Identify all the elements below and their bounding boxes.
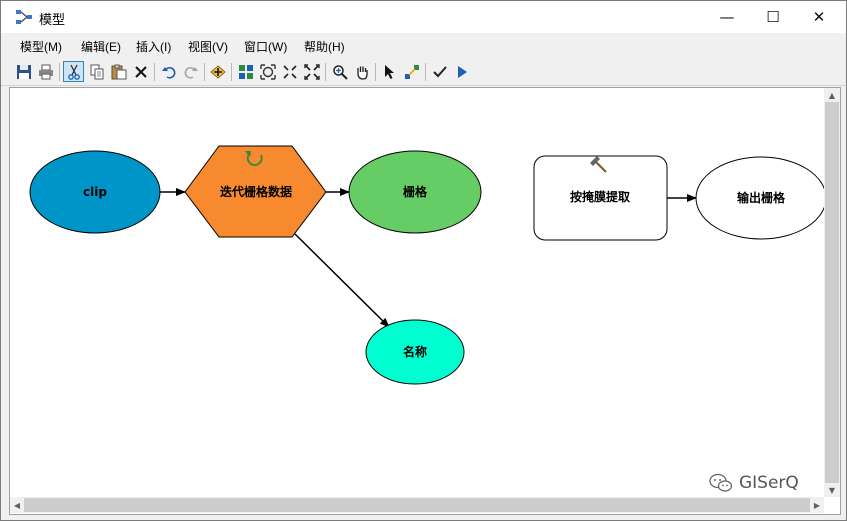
node-name[interactable]: 名称 bbox=[365, 319, 465, 385]
scroll-down-icon: ▼ bbox=[828, 485, 836, 495]
copy-button[interactable] bbox=[86, 61, 107, 82]
scroll-left-button[interactable]: ◀ bbox=[10, 498, 24, 512]
node-iterate-label: 迭代栅格数据 bbox=[220, 184, 292, 199]
model-canvas-frame: clip 迭代栅格数据 栅格 名称 按掩膜提取 输出栅格 ▲ ▼ ◀ ▶ bbox=[9, 87, 841, 515]
scroll-right-button[interactable]: ▶ bbox=[810, 498, 824, 512]
undo-button[interactable] bbox=[158, 61, 179, 82]
window-title: 模型 bbox=[39, 12, 66, 27]
menu-model[interactable]: 模型(M) bbox=[20, 38, 62, 55]
maximize-icon: ☐ bbox=[766, 8, 780, 26]
cut-icon bbox=[67, 64, 80, 80]
cut-button[interactable] bbox=[63, 61, 84, 82]
select-icon bbox=[384, 64, 394, 79]
pan-button[interactable] bbox=[351, 61, 372, 82]
menu-view[interactable]: 视图(V) bbox=[188, 38, 228, 55]
title-bar[interactable]: 模型 — ☐ ✕ bbox=[1, 1, 846, 33]
node-raster[interactable]: 栅格 bbox=[348, 150, 482, 234]
node-name-label: 名称 bbox=[403, 344, 427, 359]
run-button[interactable] bbox=[451, 61, 472, 82]
minimize-icon: — bbox=[719, 8, 735, 26]
zoom-out-fixed-icon bbox=[303, 63, 320, 80]
validate-icon bbox=[432, 65, 447, 77]
add-data-button[interactable] bbox=[207, 61, 228, 82]
model-app-icon bbox=[16, 10, 32, 24]
add-data-icon bbox=[209, 64, 226, 79]
wechat-icon bbox=[709, 473, 733, 492]
save-button[interactable] bbox=[13, 61, 34, 82]
scroll-right-icon: ▶ bbox=[813, 500, 821, 510]
pan-icon bbox=[356, 66, 368, 80]
menu-bar: 模型(M) 编辑(E) 插入(I) 视图(V) 窗口(W) 帮助(H) bbox=[1, 33, 846, 57]
node-output-label: 输出栅格 bbox=[737, 190, 786, 205]
model-builder-window: 模型 — ☐ ✕ 模型(M) 编辑(E) 插入(I) 视图(V) 窗口(W) 帮… bbox=[0, 0, 847, 521]
redo-button[interactable] bbox=[180, 61, 201, 82]
node-raster-label: 栅格 bbox=[403, 184, 428, 199]
node-output-raster[interactable]: 输出栅格 bbox=[695, 156, 824, 240]
paste-icon bbox=[111, 64, 126, 79]
connect-button[interactable] bbox=[401, 61, 422, 82]
menu-help[interactable]: 帮助(H) bbox=[304, 38, 345, 55]
validate-button[interactable] bbox=[429, 61, 450, 82]
paste-button[interactable] bbox=[108, 61, 129, 82]
close-button[interactable]: ✕ bbox=[796, 1, 842, 33]
menu-insert[interactable]: 插入(I) bbox=[136, 38, 171, 55]
connector-iterate-to-name[interactable] bbox=[294, 233, 390, 328]
zoom-in-fixed-button[interactable] bbox=[279, 61, 300, 82]
scroll-left-icon: ◀ bbox=[13, 500, 21, 510]
horizontal-scrollbar[interactable]: ◀ ▶ bbox=[10, 497, 824, 513]
print-icon bbox=[38, 64, 53, 79]
node-clip[interactable]: clip bbox=[29, 150, 161, 234]
scroll-up-icon: ▲ bbox=[828, 90, 836, 100]
select-button[interactable] bbox=[379, 61, 400, 82]
zoom-out-fixed-button[interactable] bbox=[301, 61, 322, 82]
node-extract-label: 按掩膜提取 bbox=[570, 189, 630, 204]
delete-icon bbox=[134, 65, 147, 78]
maximize-button[interactable]: ☐ bbox=[750, 1, 796, 33]
print-button[interactable] bbox=[35, 61, 56, 82]
node-iterate-raster[interactable]: 迭代栅格数据 bbox=[184, 145, 327, 238]
auto-layout-icon bbox=[238, 64, 253, 79]
zoom-icon bbox=[332, 64, 348, 80]
undo-icon bbox=[161, 66, 175, 79]
auto-layout-button[interactable] bbox=[235, 61, 256, 82]
scroll-up-button[interactable]: ▲ bbox=[825, 88, 839, 102]
run-icon bbox=[457, 65, 467, 78]
vertical-scrollbar[interactable]: ▲ ▼ bbox=[824, 88, 840, 497]
redo-icon bbox=[184, 66, 198, 79]
connect-icon bbox=[404, 64, 419, 79]
minimize-button[interactable]: — bbox=[704, 1, 750, 33]
watermark: GISerQ bbox=[709, 473, 799, 493]
close-icon: ✕ bbox=[812, 8, 826, 26]
model-canvas[interactable]: clip 迭代栅格数据 栅格 名称 按掩膜提取 输出栅格 bbox=[10, 88, 824, 497]
save-icon bbox=[16, 64, 31, 79]
node-clip-label: clip bbox=[83, 185, 107, 199]
vertical-scroll-thumb[interactable] bbox=[825, 102, 839, 483]
zoom-in-fixed-icon bbox=[282, 64, 297, 79]
delete-button[interactable] bbox=[130, 61, 151, 82]
horizontal-scroll-thumb[interactable] bbox=[24, 498, 810, 512]
copy-icon bbox=[90, 64, 103, 79]
node-extract-by-mask[interactable]: 按掩膜提取 bbox=[533, 155, 668, 241]
full-extent-button[interactable] bbox=[257, 61, 278, 82]
watermark-text: GISerQ bbox=[739, 473, 799, 493]
zoom-button[interactable] bbox=[329, 61, 350, 82]
scroll-down-button[interactable]: ▼ bbox=[825, 483, 839, 497]
menu-edit[interactable]: 编辑(E) bbox=[81, 38, 121, 55]
menu-window[interactable]: 窗口(W) bbox=[244, 38, 287, 55]
full-extent-icon bbox=[259, 63, 276, 80]
toolbar bbox=[1, 59, 846, 86]
